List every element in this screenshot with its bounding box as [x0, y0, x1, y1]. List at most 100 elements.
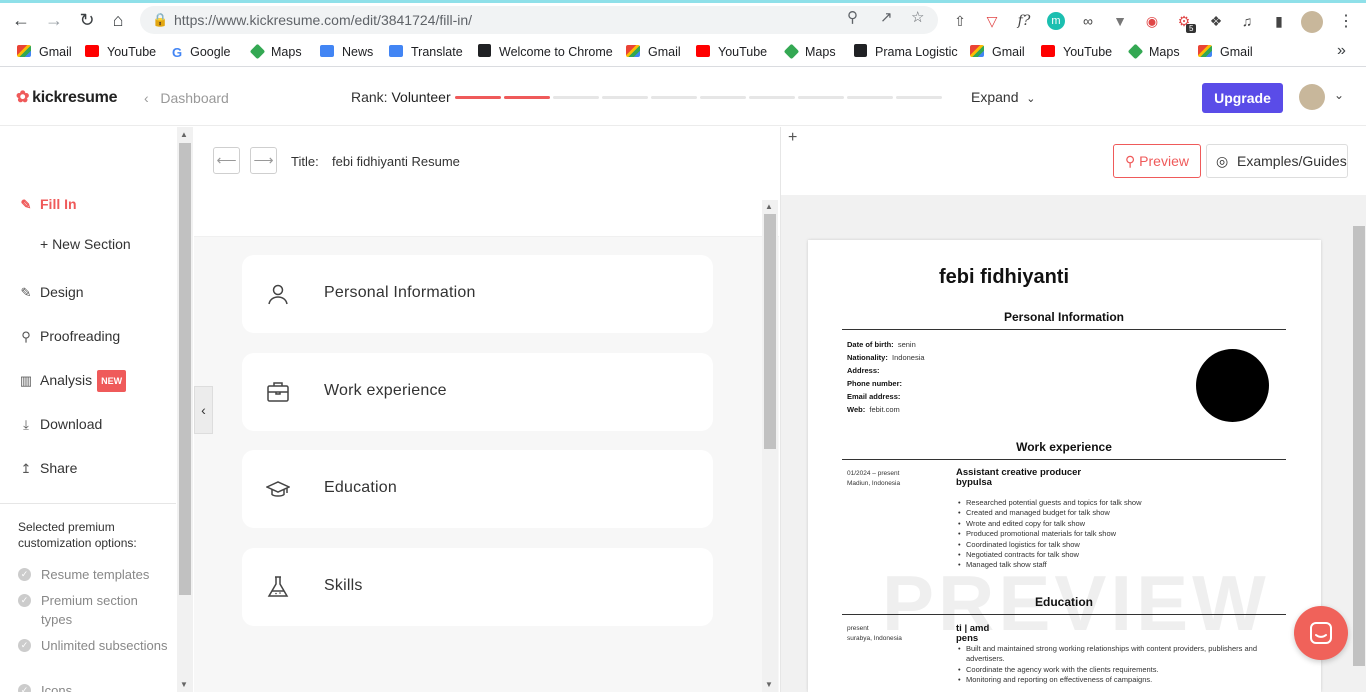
extension-font-icon[interactable]: f? [1015, 12, 1033, 30]
premium-item: ✓ Premium section types [18, 591, 168, 629]
zoom-icon[interactable]: ⚲ [847, 8, 858, 26]
collapse-sidebar-button[interactable]: ‹ [194, 386, 213, 434]
scroll-down-icon[interactable]: ▼ [180, 680, 188, 689]
rank-progress-segment [553, 96, 599, 99]
share-page-icon[interactable]: ↗ [880, 8, 893, 26]
chat-support-button[interactable] [1294, 606, 1348, 660]
bookmark-star-icon[interactable]: ☆ [911, 8, 924, 26]
bookmark-gmail[interactable]: Gmail [17, 44, 72, 60]
sidebar-item-design[interactable]: ✎ Design [18, 282, 84, 302]
bookmark-gmail-2[interactable]: Gmail [626, 44, 681, 60]
resume-personal-row: Web: febit.com [847, 405, 900, 414]
extension-upload-icon[interactable]: ⇧ [951, 12, 969, 30]
redo-button[interactable]: ⟶ [250, 147, 277, 174]
more-bookmarks-icon[interactable]: » [1337, 42, 1346, 60]
bookmark-maps[interactable]: Maps [249, 43, 302, 60]
extension-link-icon[interactable]: ∞ [1079, 12, 1097, 30]
download-icon: ⤓ [23, 417, 29, 432]
resume-title-input[interactable]: febi fidhiyanti Resume [332, 154, 460, 169]
section-card-education[interactable]: Education [242, 450, 713, 528]
rank-progress-segment [749, 96, 795, 99]
section-card-skills[interactable]: Skills [242, 548, 713, 626]
check-circle-icon: ✓ [18, 639, 31, 652]
graduation-cap-icon [266, 481, 290, 497]
editor-scroll-thumb[interactable] [764, 214, 776, 449]
resume-divider [842, 614, 1286, 615]
section-card-personal-information[interactable]: Personal Information [242, 255, 713, 333]
resume-section-title: Work experience [1016, 440, 1112, 454]
preview-button[interactable]: ⚲ Preview [1113, 144, 1201, 178]
resume-work-place: Madiun, Indonesia [847, 480, 901, 487]
bookmark-youtube[interactable]: YouTube [85, 44, 156, 60]
examples-guides-button[interactable]: ◎ Examples/Guides [1206, 144, 1348, 178]
sidebar-item-proofreading[interactable]: ⚲ Proofreading [18, 326, 120, 346]
preview-scrollbar[interactable] [1351, 212, 1366, 692]
upgrade-button[interactable]: Upgrade [1202, 83, 1283, 113]
kickresume-logo[interactable]: ✿ kickresume [16, 87, 117, 107]
scroll-up-icon[interactable]: ▲ [765, 202, 773, 211]
preview-scroll-thumb[interactable] [1353, 226, 1365, 666]
resume-section-title: Personal Information [1003, 310, 1125, 324]
resume-divider [842, 459, 1286, 460]
bookmark-youtube-2[interactable]: YouTube [696, 44, 767, 60]
sidebar-item-new-section[interactable]: + New Section [40, 234, 131, 254]
kebab-menu-icon[interactable]: ⋮ [1338, 11, 1354, 31]
rank-progress-segment [504, 96, 550, 99]
rank-progress-segment [700, 96, 746, 99]
bookmark-gmail-4[interactable]: Gmail [1198, 44, 1253, 60]
sidebar-item-fill-in[interactable]: ✎ Fill In [18, 194, 77, 214]
sidebar-item-download[interactable]: ⤓ Download [18, 414, 102, 434]
reload-icon[interactable]: ↻ [76, 9, 98, 31]
bookmark-news[interactable]: News [320, 44, 373, 60]
share-icon: ↥ [20, 461, 32, 476]
address-bar[interactable]: 🔒 https://www.kickresume.com/edit/384172… [140, 6, 938, 34]
scroll-down-icon[interactable]: ▼ [765, 680, 773, 689]
account-chevron-down-icon[interactable]: ⌄ [1334, 88, 1344, 102]
sidebar-scrollbar[interactable]: ▲ ▼ [177, 127, 193, 692]
bookmark-translate[interactable]: Translate [389, 44, 463, 60]
extension-m-icon[interactable]: m [1047, 12, 1065, 30]
home-icon[interactable]: ⌂ [107, 9, 129, 31]
gmail-icon [17, 45, 31, 57]
sidebar-item-share[interactable]: ↥ Share [18, 458, 78, 478]
lock-icon: 🔒 [152, 12, 169, 27]
bookmark-welcome-chrome[interactable]: Welcome to Chrome [478, 44, 613, 60]
rank-progress-segment [896, 96, 942, 99]
sidebar-divider [0, 503, 176, 504]
list-item: Wrote and edited copy for talk show [956, 519, 1286, 530]
bookmark-maps-2[interactable]: Maps [783, 43, 836, 60]
expand-dropdown[interactable]: Expand ⌄ [971, 89, 1035, 105]
extension-eye-icon[interactable]: ◉ [1143, 12, 1161, 30]
dashboard-link[interactable]: ‹ Dashboard [144, 90, 229, 106]
sidebar-item-analysis[interactable]: ▥ Analysis NEW [18, 370, 127, 392]
extensions-puzzle-icon[interactable]: ❖ [1207, 12, 1225, 30]
list-item: Built and maintained strong working rela… [956, 644, 1286, 665]
scroll-up-icon[interactable]: ▲ [180, 130, 188, 139]
profile-avatar[interactable] [1301, 11, 1323, 33]
side-panel-icon[interactable]: ▮ [1270, 12, 1288, 30]
bookmark-google[interactable]: G Google [172, 44, 230, 60]
bookmark-gmail-3[interactable]: Gmail [970, 44, 1025, 60]
resume-edu-date: present [847, 625, 869, 632]
resume-section-title: Education [1034, 595, 1093, 609]
add-icon[interactable]: + [788, 129, 797, 147]
list-item: Coordinated logistics for talk show [956, 540, 1286, 551]
undo-button[interactable]: ⟵ [213, 147, 240, 174]
bookmark-prama-logistic[interactable]: Prama Logistic [854, 44, 958, 60]
youtube-icon [85, 45, 99, 57]
flask-icon [267, 576, 289, 597]
editor-scrollbar[interactable]: ▲ ▼ [762, 200, 778, 692]
section-card-work-experience[interactable]: Work experience [242, 353, 713, 431]
back-icon[interactable]: ← [10, 9, 32, 31]
bookmark-maps-3[interactable]: Maps [1127, 43, 1180, 60]
user-avatar[interactable] [1299, 84, 1325, 110]
extension-v-icon[interactable]: ▼ [1111, 12, 1129, 30]
bookmark-youtube-3[interactable]: YouTube [1041, 44, 1112, 60]
extension-pocket-icon[interactable]: ▽ [983, 12, 1001, 30]
resume-edu-place: surabya, Indonesia [847, 635, 902, 642]
youtube-icon [696, 45, 710, 57]
sidebar-scroll-thumb[interactable] [179, 143, 191, 595]
media-control-icon[interactable]: ♫ [1238, 12, 1256, 30]
forward-icon[interactable]: → [43, 9, 65, 31]
youtube-icon [1041, 45, 1055, 57]
